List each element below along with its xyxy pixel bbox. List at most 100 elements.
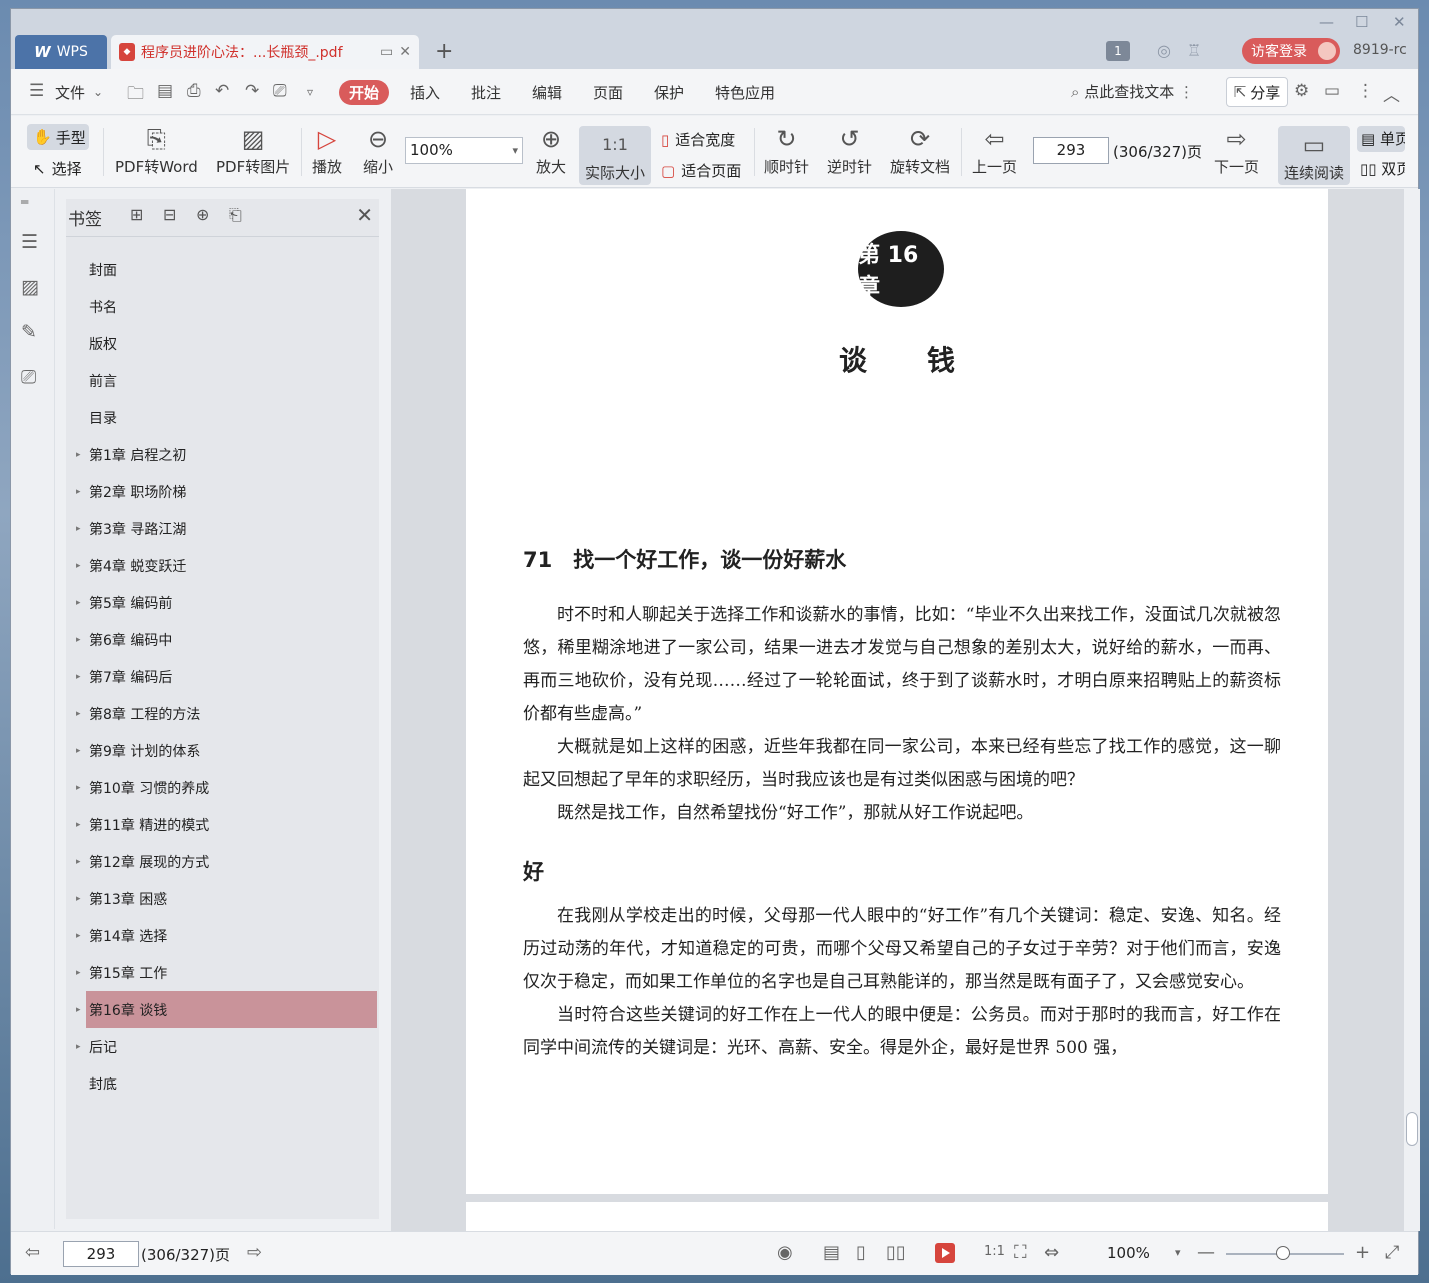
zoom-select[interactable]: 100% xyxy=(405,137,523,164)
collapse-all-icon[interactable]: ⊟ xyxy=(163,205,176,224)
continuous-view-icon[interactable]: ▤ xyxy=(823,1242,840,1263)
expand-arrow-icon[interactable]: ▸ xyxy=(76,524,81,534)
tab-page[interactable]: 页面 xyxy=(593,82,623,103)
bookmark-item[interactable]: ▸ 第12章 展现的方式 xyxy=(66,843,379,880)
find-text-box[interactable]: ⌕ 点此查找文本 ⋮ xyxy=(1071,81,1194,102)
bookmark-item[interactable]: ▸ 第6章 编码中 xyxy=(66,621,379,658)
bookmark-icon[interactable]: ⎗ xyxy=(229,205,242,225)
rotate-clockwise-button[interactable]: ↻ 顺时针 xyxy=(764,122,809,177)
bookmark-item[interactable]: 版权 xyxy=(66,325,379,362)
bookmark-item[interactable]: ▸ 第10章 习惯的养成 xyxy=(66,769,379,806)
skin-icon[interactable]: ♖ xyxy=(1187,41,1201,60)
bookmark-panel-icon[interactable]: ☰ xyxy=(21,231,38,253)
next-page-button[interactable]: ⇨ 下一页 xyxy=(1214,122,1259,177)
eye-protection-icon[interactable]: ◉ xyxy=(777,1242,793,1263)
bookmark-item[interactable]: ▸ 第16章 谈钱 xyxy=(76,991,377,1028)
bookmark-item[interactable]: ▸ 第11章 精进的模式 xyxy=(66,806,379,843)
visitor-login-button[interactable]: 访客登录 xyxy=(1242,38,1340,64)
close-tab-icon[interactable]: ✕ xyxy=(399,44,411,60)
pdf-to-word-button[interactable]: ⎘ PDF转Word xyxy=(115,122,198,177)
fit-width-button[interactable]: ▯ 适合宽度 xyxy=(661,129,735,150)
expand-arrow-icon[interactable]: ▸ xyxy=(76,1042,81,1052)
wps-home-tab[interactable]: W WPS xyxy=(15,35,107,69)
gear-icon[interactable]: ⚙ xyxy=(1294,81,1309,101)
bookmark-item[interactable]: 书名 xyxy=(66,288,379,325)
fit-page-button[interactable]: ▢ 适合页面 xyxy=(661,160,741,181)
single-page-button[interactable]: ▤ 单页 xyxy=(1357,126,1405,152)
double-view-icon[interactable]: ▯▯ xyxy=(886,1242,906,1263)
expand-arrow-icon[interactable]: ▸ xyxy=(76,746,81,756)
bookmark-item[interactable]: ▸ 第7章 编码后 xyxy=(66,658,379,695)
undo-icon[interactable]: ↶ xyxy=(215,81,229,101)
more-options-icon[interactable]: ⋮ xyxy=(1357,81,1374,101)
select-tool-button[interactable]: ↖ 选择 xyxy=(33,158,82,179)
zoom-minus-icon[interactable]: — xyxy=(1197,1242,1215,1263)
actual-size-icon[interactable]: 1:1 xyxy=(984,1244,1005,1259)
collapse-ribbon-icon[interactable]: ︿ xyxy=(1383,81,1400,106)
monitor-icon[interactable]: ▭ xyxy=(380,44,393,60)
bookmark-item[interactable]: 目录 xyxy=(66,399,379,436)
expand-arrow-icon[interactable]: ▸ xyxy=(76,672,81,682)
play-icon[interactable] xyxy=(935,1243,955,1263)
zoom-plus-icon[interactable]: + xyxy=(1355,1242,1370,1263)
next-page-icon[interactable]: ⇨ xyxy=(247,1242,262,1263)
zoom-dropdown-icon[interactable]: ▾ xyxy=(1175,1246,1181,1259)
rotate-counterclockwise-button[interactable]: ↺ 逆时针 xyxy=(827,122,872,177)
chevron-down-icon[interactable]: ⌄ xyxy=(93,85,103,99)
tab-annotate[interactable]: 批注 xyxy=(471,82,501,103)
tab-protect[interactable]: 保护 xyxy=(654,82,684,103)
expand-arrow-icon[interactable]: ▸ xyxy=(76,857,81,867)
thumbnail-panel-icon[interactable]: ▨ xyxy=(21,276,39,298)
bookmark-item[interactable]: ▸ 第9章 计划的体系 xyxy=(66,732,379,769)
bookmark-item[interactable]: 封底 xyxy=(66,1065,379,1102)
page-number-input[interactable]: 293 xyxy=(1033,137,1109,164)
zoom-slider-knob[interactable] xyxy=(1275,1246,1290,1260)
export-icon[interactable]: ⎚ xyxy=(273,81,287,101)
status-page-input[interactable]: 293 xyxy=(63,1241,139,1267)
bookmark-item[interactable]: ▸ 第13章 困惑 xyxy=(66,880,379,917)
sync-icon[interactable]: ◎ xyxy=(1157,41,1171,60)
bookmark-item[interactable]: ▸ 第5章 编码前 xyxy=(66,584,379,621)
expand-arrow-icon[interactable]: ▸ xyxy=(76,709,81,719)
expand-arrow-icon[interactable]: ▸ xyxy=(76,968,81,978)
actual-size-button[interactable]: 1:1 实际大小 xyxy=(579,126,652,185)
hand-tool-button[interactable]: ✋ 手型 xyxy=(27,124,89,150)
print-icon[interactable]: ⎙ xyxy=(187,81,201,101)
expand-arrow-icon[interactable]: ▸ xyxy=(76,561,81,571)
bookmark-item[interactable]: 封面 xyxy=(66,251,379,288)
fit-width-icon[interactable]: ⇔ xyxy=(1044,1242,1059,1263)
vertical-scrollbar[interactable] xyxy=(1404,189,1420,1231)
document-tab[interactable]: ◆ 程序员进阶心法：...长瓶颈_.pdf ▭ ✕ xyxy=(111,35,419,69)
share-button[interactable]: ⇱ 分享 xyxy=(1226,77,1288,107)
bookmark-item[interactable]: ▸ 第1章 启程之初 xyxy=(66,436,379,473)
expand-arrow-icon[interactable]: ▸ xyxy=(76,820,81,830)
expand-arrow-icon[interactable]: ▸ xyxy=(76,598,81,608)
close-window-icon[interactable]: ✕ xyxy=(1393,13,1406,31)
bookmark-item[interactable]: ▸ 第3章 寻路江湖 xyxy=(66,510,379,547)
bookmark-item[interactable]: ▸ 第15章 工作 xyxy=(66,954,379,991)
annotation-panel-icon[interactable]: ✎ xyxy=(21,321,37,343)
expand-arrow-icon[interactable]: ▸ xyxy=(76,1005,81,1015)
zoom-out-button[interactable]: ⊖ 缩小 xyxy=(363,122,393,177)
more-dropdown-icon[interactable]: ▿ xyxy=(307,85,313,99)
expand-arrow-icon[interactable]: ▸ xyxy=(76,635,81,645)
expand-arrow-icon[interactable]: ▸ xyxy=(76,783,81,793)
bookmark-item[interactable]: 前言 xyxy=(66,362,379,399)
file-menu[interactable]: 文件 xyxy=(55,82,85,103)
expand-arrow-icon[interactable]: ▸ xyxy=(76,931,81,941)
tab-insert[interactable]: 插入 xyxy=(410,82,440,103)
bookmark-item[interactable]: ▸ 第14章 选择 xyxy=(66,917,379,954)
tab-special-apps[interactable]: 特色应用 xyxy=(715,82,775,103)
zoom-slider[interactable] xyxy=(1226,1246,1344,1260)
save-icon[interactable]: ▤ xyxy=(157,81,173,101)
signature-panel-icon[interactable]: ⎚ xyxy=(21,366,36,388)
expand-arrow-icon[interactable]: ▸ xyxy=(76,487,81,497)
single-view-icon[interactable]: ▯ xyxy=(856,1242,866,1263)
bookmark-item[interactable]: ▸ 第2章 职场阶梯 xyxy=(66,473,379,510)
play-button[interactable]: ▷ 播放 xyxy=(312,122,342,177)
continuous-reading-button[interactable]: ▭ 连续阅读 xyxy=(1278,126,1351,185)
add-bookmark-icon[interactable]: ⊕ xyxy=(196,205,209,224)
close-panel-icon[interactable]: ✕ xyxy=(356,203,373,227)
fit-page-icon[interactable]: ⛶ xyxy=(1014,1242,1027,1263)
bookmark-item[interactable]: ▸ 第4章 蜕变跃迁 xyxy=(66,547,379,584)
